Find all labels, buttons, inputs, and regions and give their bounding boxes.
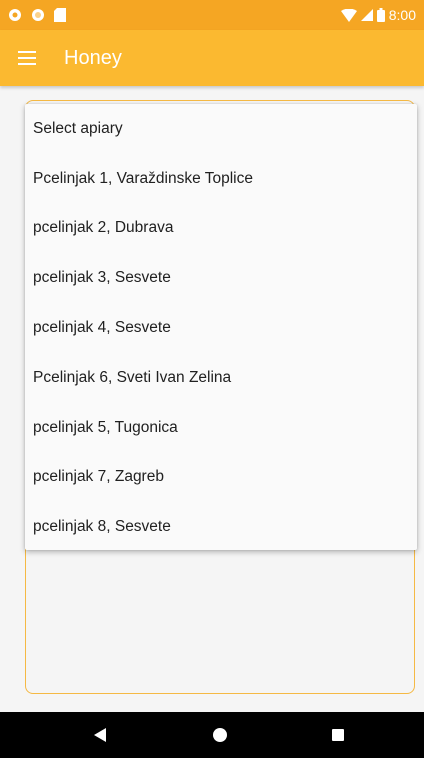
app-title: Honey <box>64 46 122 69</box>
dropdown-item[interactable]: Pcelinjak 6, Sveti Ivan Zelina <box>25 353 417 403</box>
home-button[interactable] <box>190 712 250 758</box>
dropdown-item[interactable]: Pcelinjak 1, Varaždinske Toplice <box>25 154 417 204</box>
recent-apps-button[interactable] <box>308 712 368 758</box>
home-icon <box>213 728 227 742</box>
status-bar: 8:00 <box>0 0 424 30</box>
dropdown-item[interactable]: pcelinjak 8, Sesvete <box>25 502 417 552</box>
back-icon <box>94 728 106 742</box>
wifi-icon <box>340 8 357 22</box>
navigation-bar <box>0 712 424 758</box>
dropdown-item[interactable]: pcelinjak 3, Sesvete <box>25 253 417 303</box>
menu-line <box>18 63 36 65</box>
recent-apps-icon <box>332 729 344 741</box>
app-bar: Honey <box>0 30 424 86</box>
hamburger-menu-icon[interactable] <box>18 51 36 65</box>
dropdown-item[interactable]: pcelinjak 7, Zagreb <box>25 453 417 503</box>
back-button[interactable] <box>70 712 130 758</box>
status-time: 8:00 <box>388 7 416 23</box>
status-bar-right: 8:00 <box>340 7 416 23</box>
dropdown-item[interactable]: pcelinjak 2, Dubrava <box>25 204 417 254</box>
dropdown-item-select-apiary[interactable]: Select apiary <box>25 104 417 154</box>
sd-card-icon <box>54 8 66 22</box>
dropdown-item[interactable]: pcelinjak 5, Tugonica <box>25 403 417 453</box>
app-notification-icon <box>9 9 21 21</box>
signal-icon <box>360 9 373 21</box>
menu-line <box>18 57 36 59</box>
apiary-dropdown: Select apiary Pcelinjak 1, Varaždinske T… <box>25 104 417 550</box>
dropdown-item[interactable]: pcelinjak 4, Sesvete <box>25 303 417 353</box>
battery-icon <box>376 8 385 22</box>
status-bar-left <box>8 8 66 22</box>
menu-line <box>18 51 36 53</box>
app-notification-icon <box>32 9 44 21</box>
